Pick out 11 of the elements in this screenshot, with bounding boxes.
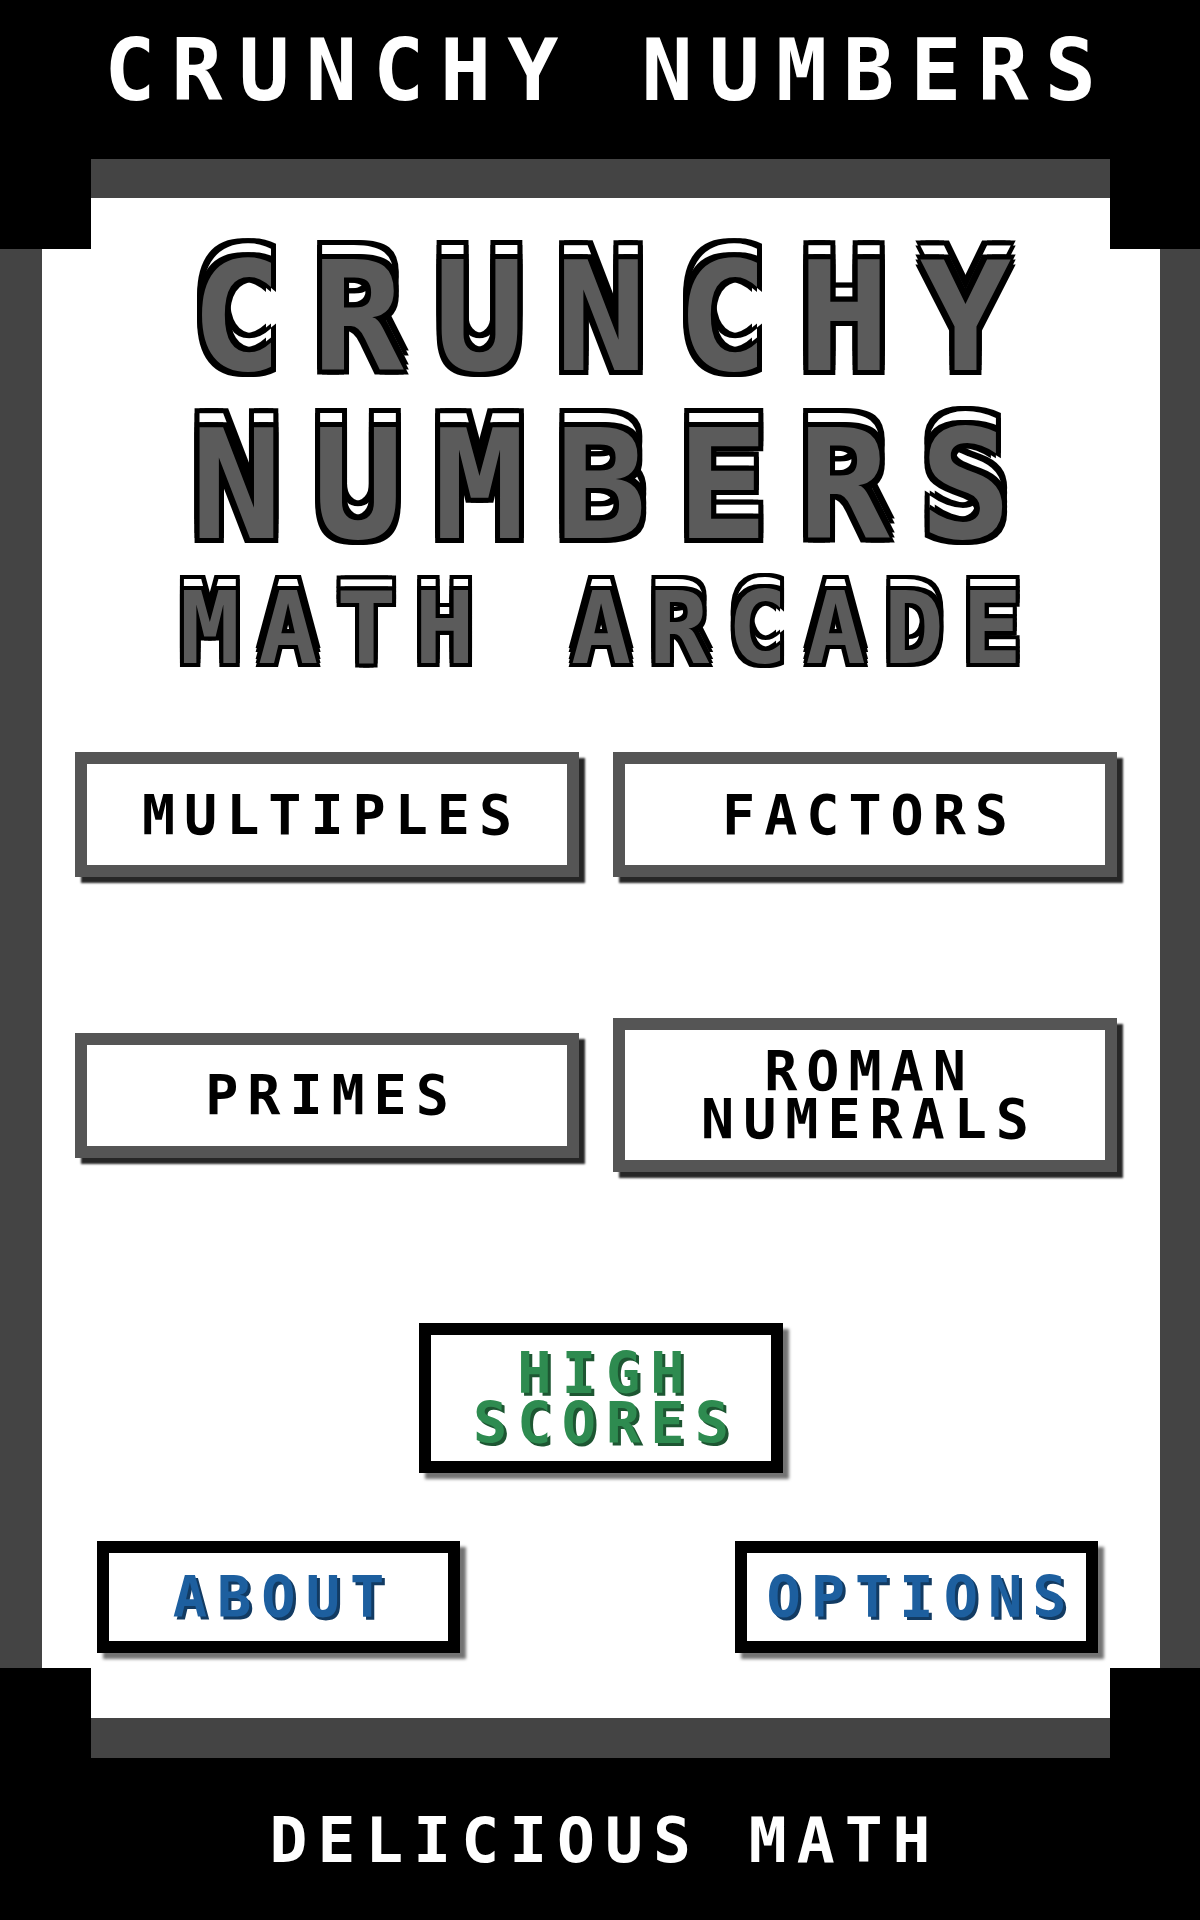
logo-title: CRUNCHY NUMBERS [189,234,1043,570]
game-mode-button[interactable]: MULTIPLES [75,752,579,877]
menu-button[interactable]: HIGH SCORES [419,1323,783,1473]
game-mode-button[interactable]: PRIMES [75,1032,579,1158]
header-title: CRUNCHY NUMBERS [103,28,1113,113]
game-mode-button[interactable]: FACTORS [613,752,1117,877]
menu-button[interactable]: ABOUT [97,1541,460,1653]
logo-subtitle: MATH ARCADE [178,579,1042,679]
menu-button[interactable]: OPTIONS [735,1541,1098,1653]
footer-tagline: DELICIOUS MATH [268,1809,942,1872]
game-mode-button[interactable]: ROMAN NUMERALS [613,1018,1117,1172]
